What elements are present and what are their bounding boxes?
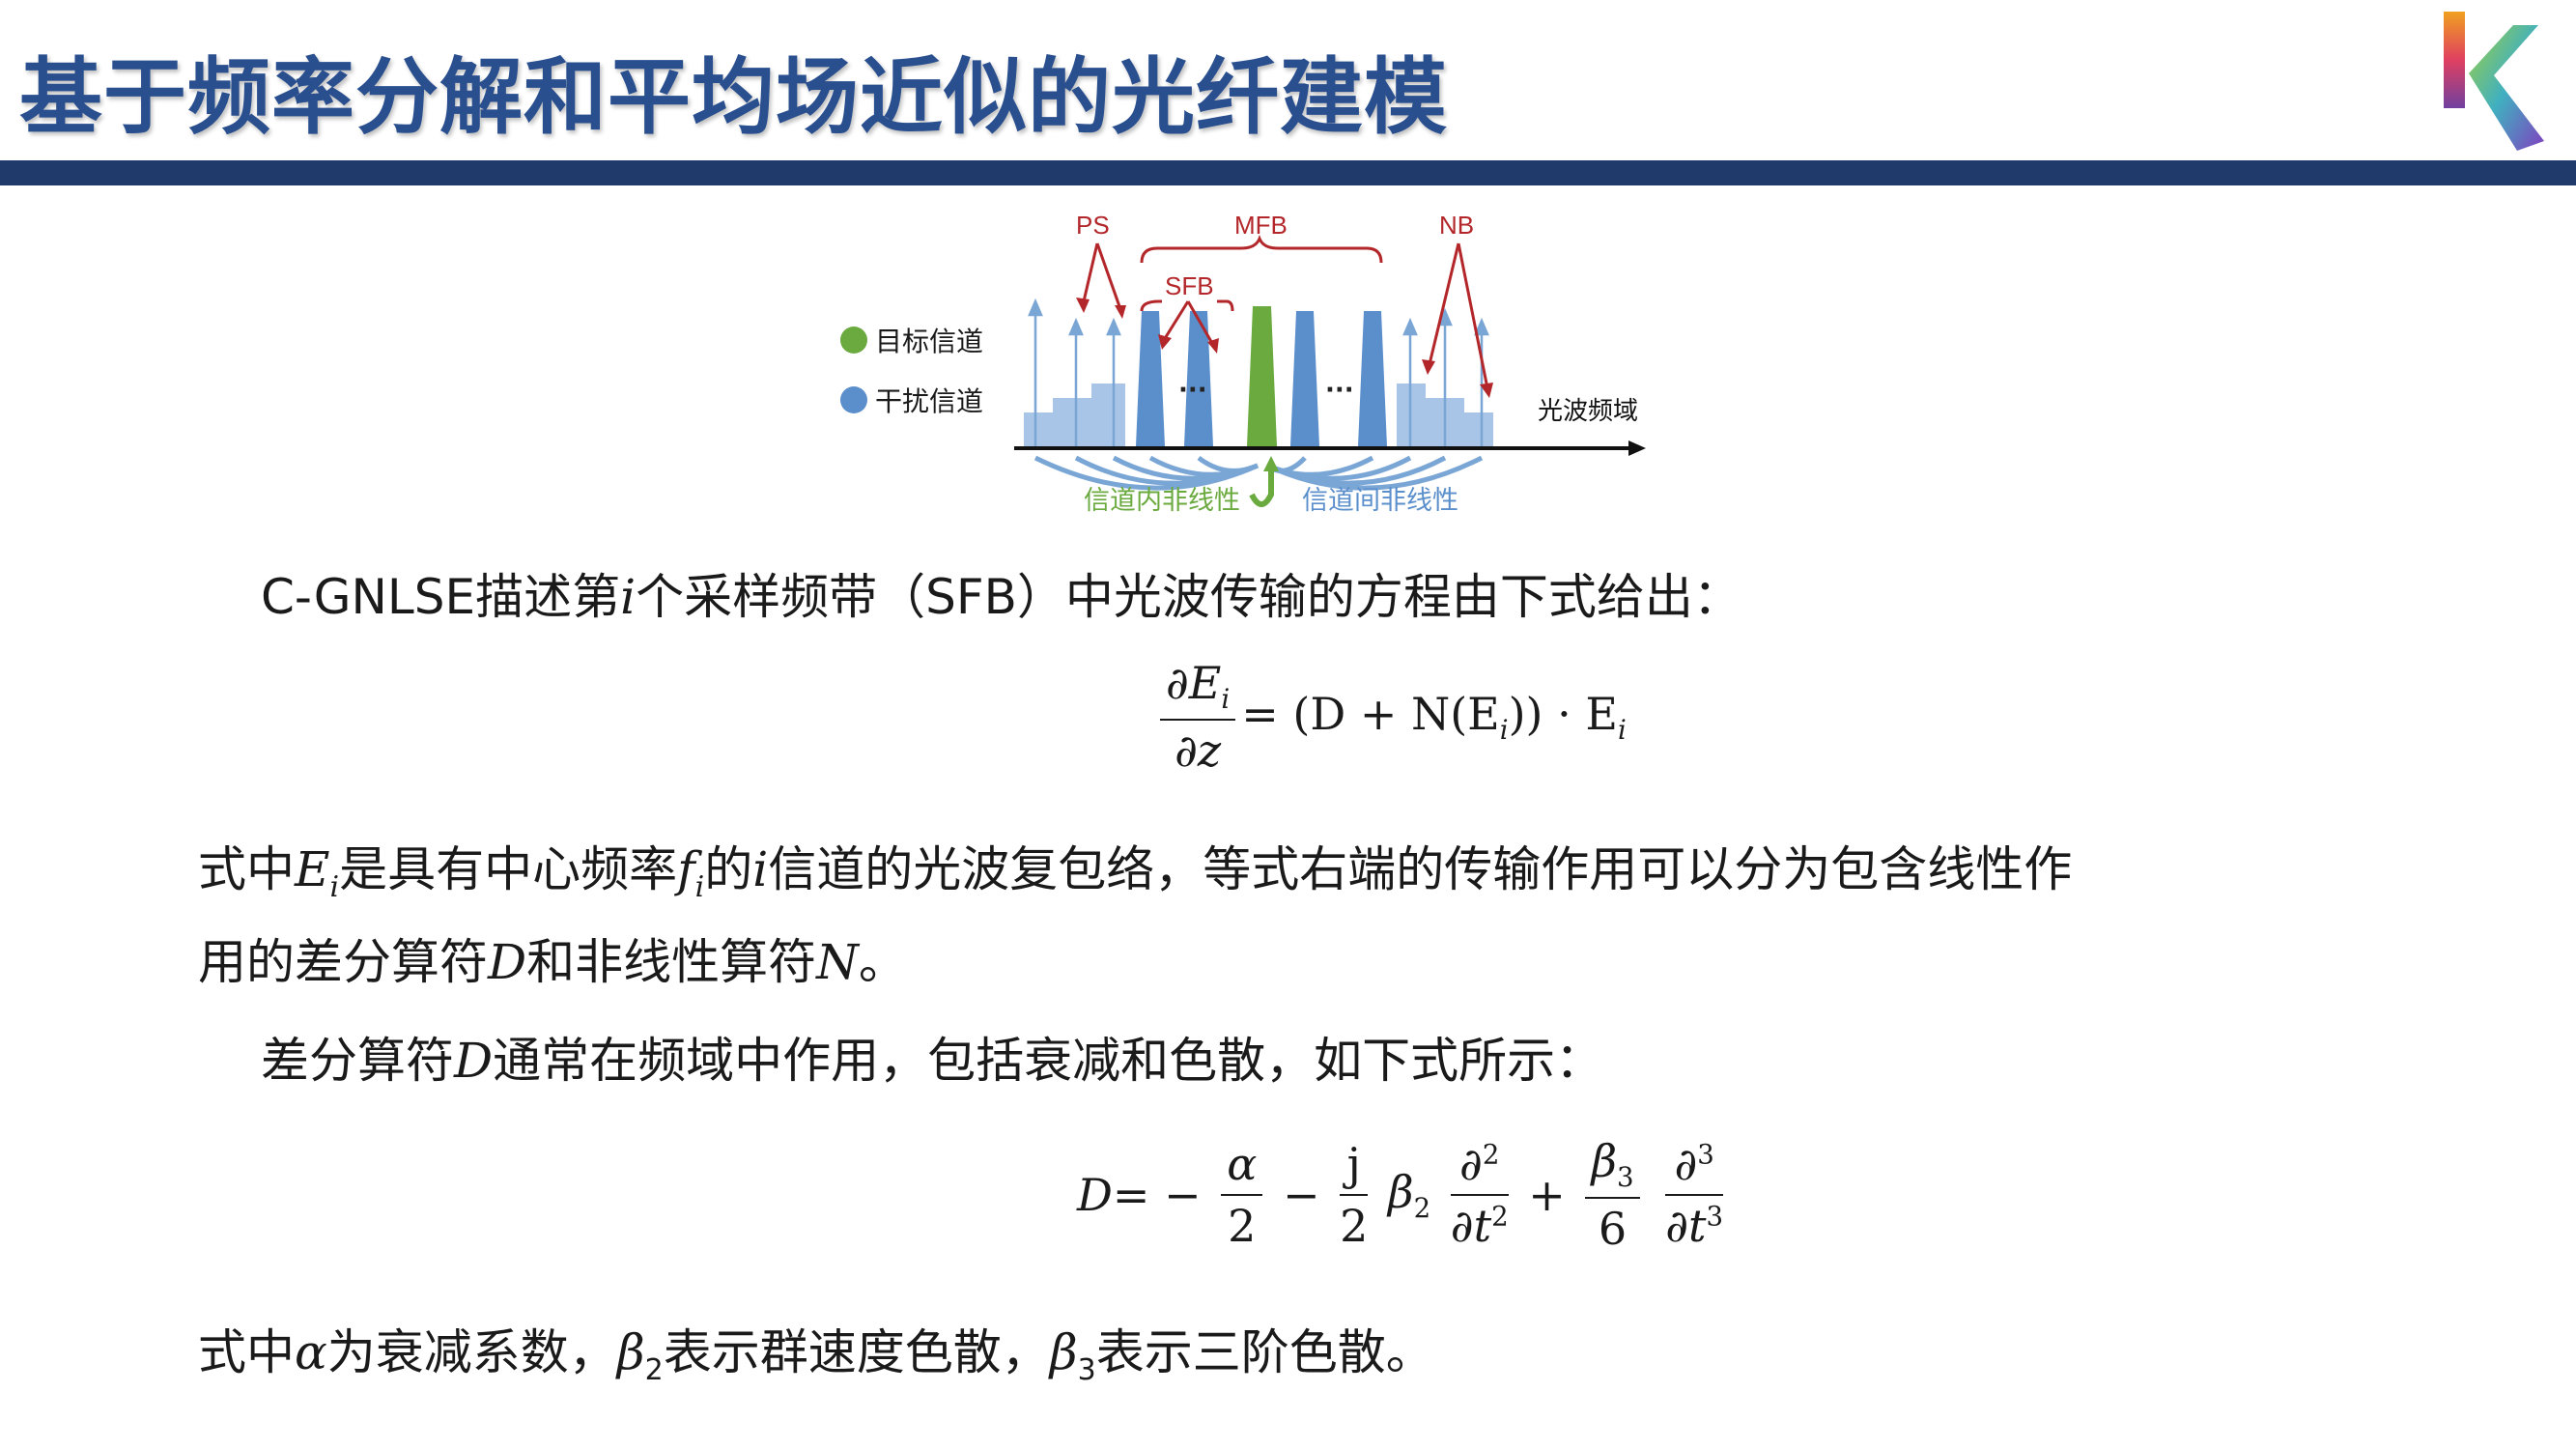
equation-cgnlse: ∂Ei ∂z = (D + N(Ei)) · Ei xyxy=(1154,657,1627,777)
axis-label: 光波频域 xyxy=(1538,396,1638,425)
legend-interf-label: 干扰信道 xyxy=(875,386,983,416)
inter-label: 信道间非线性 xyxy=(1302,486,1458,515)
equation-dispersion: D= − α2 − j2 β2 ∂2 ∂t2 + β3 6 ∂3 ∂t3 xyxy=(1077,1135,1724,1256)
intra-label: 信道内非线性 xyxy=(1084,486,1240,515)
para1-text-a: C-GNLSE描述第 xyxy=(261,569,621,625)
eq1-fraction: ∂Ei ∂z xyxy=(1160,657,1236,777)
channel-spectrum-figure: 目标信道 干扰信道 ··· ··· 光波频域 PS MFB NB SFB 信道内… xyxy=(840,211,1646,515)
page-title: 基于频率分解和平均场近似的光纤建模 xyxy=(19,49,1448,146)
legend-interf-dot xyxy=(840,386,867,413)
channel-block xyxy=(1136,311,1165,446)
dots-left: ··· xyxy=(1178,376,1207,405)
legend-target-dot xyxy=(840,327,867,354)
para-envelope: 式中Ei是具有中心频率fi的i信道的光波复包络，等式右端的传输作用可以分为包含线… xyxy=(198,841,2073,904)
para-cgnlse: C-GNLSE描述第i个采样频带（SFB）中光波传输的方程由下式给出： xyxy=(261,568,1741,626)
para-coefficients: 式中α为衰减系数，β2表示群速度色散，β3表示三阶色散。 xyxy=(198,1324,1434,1387)
channel-block xyxy=(1290,311,1319,446)
channel-block xyxy=(1358,311,1387,446)
para1-text-b: 个采样频带（SFB）中光波传输的方程由下式给出： xyxy=(636,569,1741,625)
para-envelope-line2: 用的差分算符D和非线性算符N。 xyxy=(198,934,907,990)
label-nb: NB xyxy=(1439,211,1474,240)
channel-block-target xyxy=(1247,306,1277,446)
para1-var: i xyxy=(620,569,637,625)
eq1-rhs-end: )) · E xyxy=(1508,688,1618,740)
dots-right: ··· xyxy=(1325,376,1354,405)
label-mfb: MFB xyxy=(1234,211,1288,240)
label-ps: PS xyxy=(1076,211,1110,240)
logo-icon xyxy=(2444,12,2544,151)
legend-target-label: 目标信道 xyxy=(875,327,983,356)
eq1-rhs: = (D + N(E xyxy=(1241,688,1500,740)
label-sfb: SFB xyxy=(1165,271,1214,300)
title-divider xyxy=(0,160,2576,185)
para-operator: 差分算符D通常在频域中作用，包括衰减和色散，如下式所示： xyxy=(261,1033,1604,1089)
